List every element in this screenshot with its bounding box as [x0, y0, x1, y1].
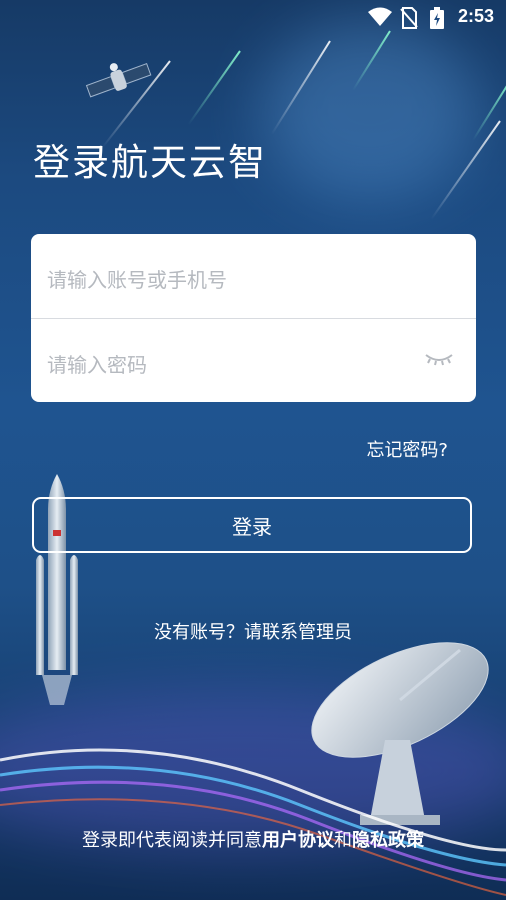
privacy-policy-link[interactable]: 隐私政策 — [352, 830, 424, 851]
login-form-card: 请输入账号或手机号 请输入密码 — [31, 234, 476, 402]
no-sim-icon — [400, 7, 418, 29]
user-agreement-link[interactable]: 用户协议 — [262, 830, 334, 851]
forgot-password-link[interactable]: 忘记密码? — [366, 436, 448, 462]
agreement-text: 登录即代表阅读并同意用户协议和隐私政策 — [0, 826, 506, 852]
eye-closed-icon[interactable] — [424, 351, 454, 367]
wifi-icon — [368, 7, 392, 26]
agreement-and: 和 — [334, 830, 352, 851]
satellite-illustration — [85, 63, 152, 98]
login-screen: 2:53 登录航天云智 请输入账号或手机号 请输入密码 忘记密码? 登录 没有账… — [0, 0, 506, 900]
no-account-text: 没有账号？请联系管理员 — [154, 622, 352, 643]
page-title: 登录航天云智 — [33, 141, 267, 184]
password-input-placeholder: 请输入密码 — [47, 353, 147, 377]
battery-charging-icon — [430, 7, 444, 29]
agreement-prefix: 登录即代表阅读并同意 — [82, 830, 262, 851]
account-input[interactable]: 请输入账号或手机号 — [31, 234, 476, 318]
login-button-label: 登录 — [232, 514, 272, 539]
account-input-placeholder: 请输入账号或手机号 — [47, 268, 227, 292]
password-input[interactable]: 请输入密码 — [31, 319, 476, 403]
status-bar: 2:53 — [0, 0, 506, 34]
login-button[interactable]: 登录 — [32, 497, 472, 553]
light-streaks — [0, 748, 506, 896]
status-time: 2:53 — [457, 6, 494, 26]
meteor — [187, 50, 241, 126]
bg-glow-top — [260, 20, 480, 200]
